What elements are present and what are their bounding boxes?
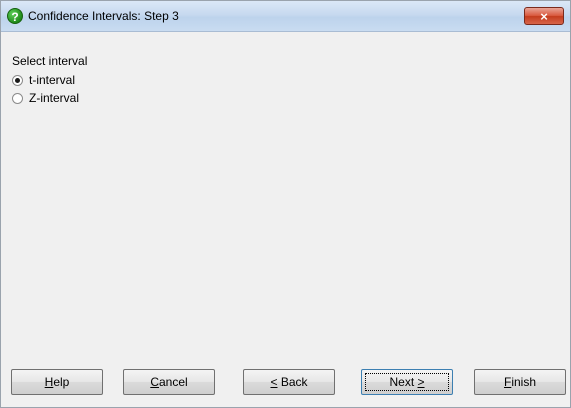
z-interval-option[interactable]: Z-interval	[12, 90, 79, 106]
wizard-content: Select interval t-interval Z-interval He…	[1, 32, 570, 407]
help-button[interactable]: Help	[11, 369, 103, 395]
help-question-icon: ?	[7, 8, 23, 24]
t-interval-option[interactable]: t-interval	[12, 72, 75, 88]
next-hotkey: >	[417, 375, 425, 389]
cancel-label-rest: ancel	[158, 375, 188, 389]
z-interval-radio[interactable]	[12, 92, 23, 104]
select-interval-label: Select interval	[12, 54, 88, 68]
finish-button[interactable]: Finish	[474, 369, 566, 395]
next-label-prefix: Next	[389, 375, 418, 389]
t-interval-radio[interactable]	[12, 74, 23, 86]
back-button[interactable]: < Back	[243, 369, 335, 395]
z-interval-label: Z-interval	[29, 91, 80, 105]
window-title: Confidence Intervals: Step 3	[28, 9, 179, 23]
back-label-rest: Back	[277, 375, 308, 389]
cancel-button[interactable]: Cancel	[123, 369, 215, 395]
t-interval-label: t-interval	[29, 73, 76, 87]
title-bar[interactable]: ? Confidence Intervals: Step 3 ×	[1, 1, 570, 32]
back-hotkey: <	[270, 375, 278, 389]
wizard-window: ? Confidence Intervals: Step 3 × Select …	[0, 0, 571, 408]
help-label-rest: elp	[53, 375, 70, 389]
finish-label-rest: inish	[511, 375, 537, 389]
close-icon: ×	[540, 9, 548, 24]
next-button[interactable]: Next >	[361, 369, 453, 395]
close-button[interactable]: ×	[524, 7, 564, 25]
cancel-hotkey: C	[150, 375, 159, 389]
